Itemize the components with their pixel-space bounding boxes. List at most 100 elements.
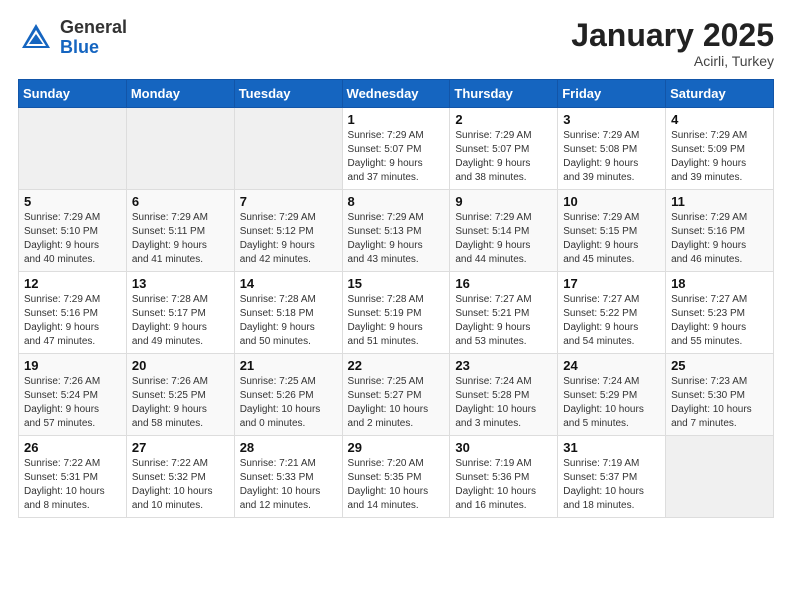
calendar-week-row: 26Sunrise: 7:22 AM Sunset: 5:31 PM Dayli… [19, 436, 774, 518]
day-info: Sunrise: 7:29 AM Sunset: 5:16 PM Dayligh… [24, 293, 121, 349]
calendar-cell: 31 Sunrise: 7:19 AM Sunset: 5:37 PM Dayli… [558, 436, 666, 518]
page: General Blue January 2025 Acirli, Turkey… [0, 0, 792, 530]
day-number: 3 [563, 112, 660, 127]
calendar-cell: 3 Sunrise: 7:29 AM Sunset: 5:08 PM Daylig… [558, 108, 666, 190]
day-info: Sunrise: 7:24 AM Sunset: 5:28 PM Dayligh… [455, 375, 552, 431]
day-number: 31 [563, 440, 660, 455]
header: General Blue January 2025 Acirli, Turkey [18, 18, 774, 69]
logo-blue-label: Blue [60, 38, 127, 58]
day-info: Sunrise: 7:29 AM Sunset: 5:15 PM Dayligh… [563, 211, 660, 267]
calendar-week-row: 12 Sunrise: 7:29 AM Sunset: 5:16 PM Dayli… [19, 272, 774, 354]
calendar-cell: 17 Sunrise: 7:27 AM Sunset: 5:22 PM Dayli… [558, 272, 666, 354]
day-number: 26 [24, 440, 121, 455]
day-number: 18 [671, 276, 768, 291]
calendar-cell: 1Sunrise: 7:29 AM Sunset: 5:07 PM Daylig… [342, 108, 450, 190]
calendar-cell: 24Sunrise: 7:24 AM Sunset: 5:29 PM Dayli… [558, 354, 666, 436]
day-number: 27 [132, 440, 229, 455]
month-title: January 2025 [571, 18, 774, 53]
weekday-header-thursday: Thursday [450, 80, 558, 108]
day-info: Sunrise: 7:21 AM Sunset: 5:33 PM Dayligh… [240, 457, 337, 513]
day-info: Sunrise: 7:19 AM Sunset: 5:37 PM Dayligh… [563, 457, 660, 513]
day-info: Sunrise: 7:22 AM Sunset: 5:32 PM Dayligh… [132, 457, 229, 513]
calendar-cell: 19Sunrise: 7:26 AM Sunset: 5:24 PM Dayli… [19, 354, 127, 436]
day-number: 8 [348, 194, 445, 209]
day-number: 20 [132, 358, 229, 373]
calendar-cell: 14Sunrise: 7:28 AM Sunset: 5:18 PM Dayli… [234, 272, 342, 354]
calendar-cell: 20 Sunrise: 7:26 AM Sunset: 5:25 PM Dayli… [126, 354, 234, 436]
weekday-header-friday: Friday [558, 80, 666, 108]
day-info: Sunrise: 7:29 AM Sunset: 5:07 PM Dayligh… [455, 129, 552, 185]
day-number: 2 [455, 112, 552, 127]
day-info: Sunrise: 7:27 AM Sunset: 5:21 PM Dayligh… [455, 293, 552, 349]
day-number: 22 [348, 358, 445, 373]
day-info: Sunrise: 7:29 AM Sunset: 5:14 PM Dayligh… [455, 211, 552, 267]
weekday-header-row: SundayMondayTuesdayWednesdayThursdayFrid… [19, 80, 774, 108]
day-number: 6 [132, 194, 229, 209]
calendar-week-row: 19Sunrise: 7:26 AM Sunset: 5:24 PM Dayli… [19, 354, 774, 436]
calendar-week-row: 5 Sunrise: 7:29 AM Sunset: 5:10 PM Daylig… [19, 190, 774, 272]
day-number: 9 [455, 194, 552, 209]
day-info: Sunrise: 7:29 AM Sunset: 5:16 PM Dayligh… [671, 211, 768, 267]
day-info: Sunrise: 7:19 AM Sunset: 5:36 PM Dayligh… [455, 457, 552, 513]
day-number: 12 [24, 276, 121, 291]
day-info: Sunrise: 7:27 AM Sunset: 5:23 PM Dayligh… [671, 293, 768, 349]
weekday-header-wednesday: Wednesday [342, 80, 450, 108]
calendar-cell: 23Sunrise: 7:24 AM Sunset: 5:28 PM Dayli… [450, 354, 558, 436]
calendar-cell: 7 Sunrise: 7:29 AM Sunset: 5:12 PM Daylig… [234, 190, 342, 272]
day-info: Sunrise: 7:28 AM Sunset: 5:19 PM Dayligh… [348, 293, 445, 349]
day-info: Sunrise: 7:29 AM Sunset: 5:08 PM Dayligh… [563, 129, 660, 185]
calendar-cell: 4 Sunrise: 7:29 AM Sunset: 5:09 PM Daylig… [666, 108, 774, 190]
day-info: Sunrise: 7:29 AM Sunset: 5:09 PM Dayligh… [671, 129, 768, 185]
day-number: 4 [671, 112, 768, 127]
day-info: Sunrise: 7:27 AM Sunset: 5:22 PM Dayligh… [563, 293, 660, 349]
day-info: Sunrise: 7:28 AM Sunset: 5:17 PM Dayligh… [132, 293, 229, 349]
calendar-cell [19, 108, 127, 190]
day-number: 13 [132, 276, 229, 291]
day-number: 29 [348, 440, 445, 455]
calendar-cell [126, 108, 234, 190]
day-info: Sunrise: 7:24 AM Sunset: 5:29 PM Dayligh… [563, 375, 660, 431]
day-info: Sunrise: 7:25 AM Sunset: 5:27 PM Dayligh… [348, 375, 445, 431]
day-number: 21 [240, 358, 337, 373]
calendar-cell: 2 Sunrise: 7:29 AM Sunset: 5:07 PM Daylig… [450, 108, 558, 190]
logo-text: General Blue [60, 18, 127, 58]
calendar-cell: 25 Sunrise: 7:23 AM Sunset: 5:30 PM Dayli… [666, 354, 774, 436]
day-number: 11 [671, 194, 768, 209]
day-number: 25 [671, 358, 768, 373]
day-number: 7 [240, 194, 337, 209]
day-info: Sunrise: 7:23 AM Sunset: 5:30 PM Dayligh… [671, 375, 768, 431]
weekday-header-monday: Monday [126, 80, 234, 108]
location: Acirli, Turkey [571, 53, 774, 69]
day-info: Sunrise: 7:26 AM Sunset: 5:25 PM Dayligh… [132, 375, 229, 431]
day-number: 19 [24, 358, 121, 373]
calendar-cell: 21Sunrise: 7:25 AM Sunset: 5:26 PM Dayli… [234, 354, 342, 436]
logo-icon [18, 20, 54, 56]
calendar-cell: 16 Sunrise: 7:27 AM Sunset: 5:21 PM Dayli… [450, 272, 558, 354]
day-number: 1 [348, 112, 445, 127]
title-block: January 2025 Acirli, Turkey [571, 18, 774, 69]
calendar-cell: 28 Sunrise: 7:21 AM Sunset: 5:33 PM Dayli… [234, 436, 342, 518]
weekday-header-tuesday: Tuesday [234, 80, 342, 108]
calendar-week-row: 1 Sunrise: 7:29 AM Sunset: 5:07 PM Daylig… [19, 108, 774, 190]
day-info: Sunrise: 7:29 AM Sunset: 5:12 PM Dayligh… [240, 211, 337, 267]
calendar-cell: 10 Sunrise: 7:29 AM Sunset: 5:15 PM Dayli… [558, 190, 666, 272]
calendar-cell: 22 Sunrise: 7:25 AM Sunset: 5:27 PM Dayli… [342, 354, 450, 436]
logo-general-label: General [60, 18, 127, 38]
weekday-header-sunday: Sunday [19, 80, 127, 108]
weekday-header-saturday: Saturday [666, 80, 774, 108]
calendar-cell: 6Sunrise: 7:29 AM Sunset: 5:11 PM Daylig… [126, 190, 234, 272]
calendar-cell [666, 436, 774, 518]
calendar-cell: 18 Sunrise: 7:27 AM Sunset: 5:23 PM Dayli… [666, 272, 774, 354]
calendar-cell: 11 Sunrise: 7:29 AM Sunset: 5:16 PM Dayli… [666, 190, 774, 272]
calendar-cell: 12 Sunrise: 7:29 AM Sunset: 5:16 PM Dayli… [19, 272, 127, 354]
day-info: Sunrise: 7:29 AM Sunset: 5:10 PM Dayligh… [24, 211, 121, 267]
calendar-cell: 29Sunrise: 7:20 AM Sunset: 5:35 PM Dayli… [342, 436, 450, 518]
day-number: 15 [348, 276, 445, 291]
day-number: 17 [563, 276, 660, 291]
day-number: 16 [455, 276, 552, 291]
calendar-cell: 30Sunrise: 7:19 AM Sunset: 5:36 PM Dayli… [450, 436, 558, 518]
day-number: 28 [240, 440, 337, 455]
day-number: 10 [563, 194, 660, 209]
day-number: 5 [24, 194, 121, 209]
calendar-cell: 13 Sunrise: 7:28 AM Sunset: 5:17 PM Dayli… [126, 272, 234, 354]
